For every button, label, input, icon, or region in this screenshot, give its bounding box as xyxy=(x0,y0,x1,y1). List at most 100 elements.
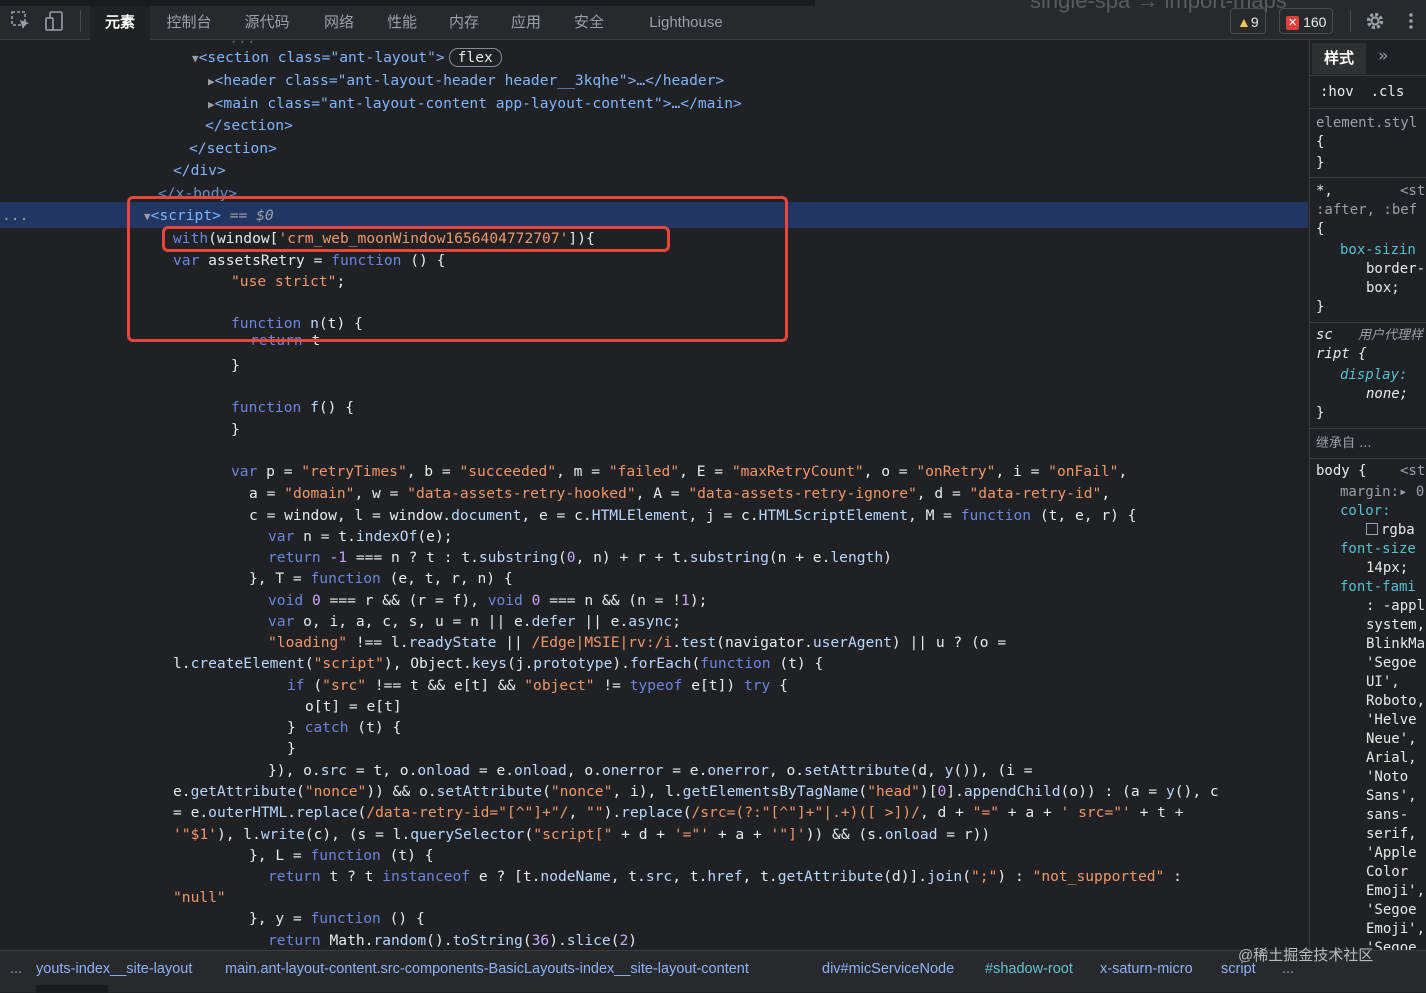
color-value: rgba xyxy=(1381,522,1415,538)
css-property[interactable]: color: xyxy=(1340,502,1391,521)
color-swatch[interactable] xyxy=(1366,523,1378,535)
tab-styles[interactable]: 样式 xyxy=(1312,43,1366,74)
rule-selector[interactable]: :after, :bef xyxy=(1316,201,1417,220)
row-ellipsis[interactable]: ... xyxy=(2,205,28,226)
code-line: return -1 === n ? t : t.substring(0, n) … xyxy=(268,549,892,566)
more-tabs-icon[interactable]: » xyxy=(1378,46,1388,66)
css-property[interactable]: box-sizin xyxy=(1340,241,1416,260)
code-line: } xyxy=(287,740,296,757)
tab-application[interactable]: 应用 xyxy=(501,6,551,40)
css-value[interactable]: 14px; xyxy=(1366,559,1408,578)
breadcrumb-shadow-root[interactable]: #shadow-root xyxy=(985,959,1073,979)
section-open-tag: <section class="ant-layout"> xyxy=(198,49,445,66)
css-property[interactable]: font-fami xyxy=(1340,578,1416,597)
css-value: none; xyxy=(1366,386,1409,402)
breadcrumb-main[interactable]: main.ant-layout-content.src-components-B… xyxy=(225,959,749,979)
code-line: if ("src" !== t && e[t] && "object" != t… xyxy=(287,677,788,694)
code-line: } xyxy=(231,421,240,438)
dom-breadcrumb-bar: ... youts-index__site-layout main.ant-la… xyxy=(0,950,1426,993)
code-line: var p = "retryTimes", b = "succeeded", m… xyxy=(231,463,1128,480)
tab-console[interactable]: 控制台 xyxy=(158,6,220,40)
divider xyxy=(1310,108,1426,109)
css-value[interactable]: border- xyxy=(1366,260,1425,279)
code-line: = e.outerHTML.replace(/data-retry-id="[^… xyxy=(173,804,1184,821)
errors-badge[interactable]: ✕ 160 xyxy=(1279,8,1334,34)
rule-source-link[interactable]: <st xyxy=(1400,182,1425,201)
expand-triangle-icon[interactable]: ▶ xyxy=(208,98,215,111)
font-family-value[interactable]: UI', xyxy=(1366,673,1400,692)
code-line: return Math.random().toString(36).slice(… xyxy=(268,932,638,949)
code-line: var n = t.indexOf(e); xyxy=(268,528,453,545)
font-family-value[interactable]: : -appl xyxy=(1366,597,1425,616)
breadcrumb-overflow[interactable]: ... xyxy=(10,959,22,979)
tab-network[interactable]: 网络 xyxy=(314,6,364,40)
collapse-triangle-icon[interactable]: ▼ xyxy=(192,52,199,65)
breadcrumb-site-layout[interactable]: youts-index__site-layout xyxy=(36,959,192,979)
css-property-margin[interactable]: margin:▸ 0 xyxy=(1340,483,1424,502)
font-family-value[interactable]: Emoji', xyxy=(1366,920,1425,939)
flex-badge[interactable]: flex xyxy=(448,48,502,67)
tab-memory[interactable]: 内存 xyxy=(439,6,489,40)
font-family-value[interactable]: Emoji', xyxy=(1366,882,1425,901)
styles-pane: 样式 » :hov .cls element.styl { } *, <st :… xyxy=(1309,40,1426,950)
section-close-tag[interactable]: </section> xyxy=(189,138,277,159)
css-property: display: xyxy=(1340,367,1408,383)
dom-node-header[interactable]: ▶<header class="ant-layout-header header… xyxy=(208,70,724,91)
devtools-toolbar: single-spa → import-maps 元素 控制台 源代码 网络 性… xyxy=(0,0,1426,40)
tab-performance[interactable]: 性能 xyxy=(377,6,427,40)
warnings-badge[interactable]: ▲9 xyxy=(1230,8,1266,34)
divider xyxy=(1310,458,1426,459)
font-family-value[interactable]: Roboto, xyxy=(1366,692,1425,711)
breadcrumb-mic-service-node[interactable]: div#micServiceNode xyxy=(822,959,954,979)
font-family-value[interactable]: 'Segoe xyxy=(1366,939,1417,950)
code-line: void 0 === r && (r = f), void 0 === n &&… xyxy=(268,592,708,609)
font-family-value[interactable]: 'Apple xyxy=(1366,844,1417,863)
rule-selector[interactable]: sc xyxy=(1316,326,1333,345)
breadcrumb-x-saturn-micro[interactable]: x-saturn-micro xyxy=(1100,959,1193,979)
font-family-value[interactable]: 'Segoe xyxy=(1366,654,1417,673)
dom-node-main[interactable]: ▶<main class="ant-layout-content app-lay… xyxy=(208,93,742,114)
tab-sources[interactable]: 源代码 xyxy=(236,6,298,40)
tab-elements[interactable]: 元素 xyxy=(90,6,150,40)
dom-node-section[interactable]: ▼<section class="ant-layout"> flex xyxy=(192,47,502,68)
annotation-box-script xyxy=(127,196,788,342)
divider xyxy=(1310,322,1426,323)
code-line: c = window, l = window.document, e = c.H… xyxy=(249,507,1137,524)
font-family-value[interactable]: 'Helve xyxy=(1366,711,1417,730)
body-selector[interactable]: body { xyxy=(1316,462,1367,481)
hov-cls-filter[interactable]: :hov .cls xyxy=(1320,83,1404,102)
settings-gear-icon[interactable] xyxy=(1364,10,1386,32)
font-family-value[interactable]: sans- xyxy=(1366,806,1408,825)
code-line: a = "domain", w = "data-assets-retry-hoo… xyxy=(249,485,1111,502)
section-close-tag[interactable]: </section> xyxy=(205,115,293,136)
inspect-element-icon[interactable] xyxy=(10,10,32,32)
more-options-icon[interactable] xyxy=(1400,10,1422,32)
css-property[interactable]: font-size xyxy=(1340,540,1416,559)
toolbar-separator xyxy=(1350,10,1351,32)
div-close-tag[interactable]: </div> xyxy=(173,160,226,181)
font-family-value[interactable]: 'Noto xyxy=(1366,768,1408,787)
font-family-value[interactable]: Neue', xyxy=(1366,730,1417,749)
font-family-value[interactable]: Color xyxy=(1366,863,1408,882)
element-style-selector[interactable]: element.styl xyxy=(1316,114,1417,133)
font-family-value[interactable]: 'Segoe xyxy=(1366,901,1417,920)
css-value[interactable]: box; xyxy=(1366,279,1400,298)
css-value[interactable]: rgba xyxy=(1366,521,1415,540)
styles-pane-header: 样式 » xyxy=(1310,40,1426,76)
tab-lighthouse[interactable]: Lighthouse xyxy=(636,6,736,40)
font-family-value[interactable]: Arial, xyxy=(1366,749,1417,768)
tab-security[interactable]: 安全 xyxy=(564,6,614,40)
rule-selector[interactable]: *, xyxy=(1316,182,1333,201)
open-brace: { xyxy=(1316,221,1325,237)
inherited-from-label: 继承自 ... xyxy=(1316,436,1372,451)
device-toolbar-icon[interactable] xyxy=(44,10,66,32)
divider xyxy=(1310,177,1426,178)
expand-triangle-icon[interactable]: ▶ xyxy=(208,75,215,88)
rule-selector[interactable]: ript { xyxy=(1316,345,1367,364)
font-family-value[interactable]: Sans', xyxy=(1366,787,1417,806)
font-family-value[interactable]: BlinkMa xyxy=(1366,635,1425,654)
code-line: } xyxy=(231,357,240,374)
font-family-value[interactable]: system, xyxy=(1366,616,1425,635)
rule-source-link[interactable]: <st xyxy=(1400,462,1425,481)
font-family-value[interactable]: serif, xyxy=(1366,825,1417,844)
